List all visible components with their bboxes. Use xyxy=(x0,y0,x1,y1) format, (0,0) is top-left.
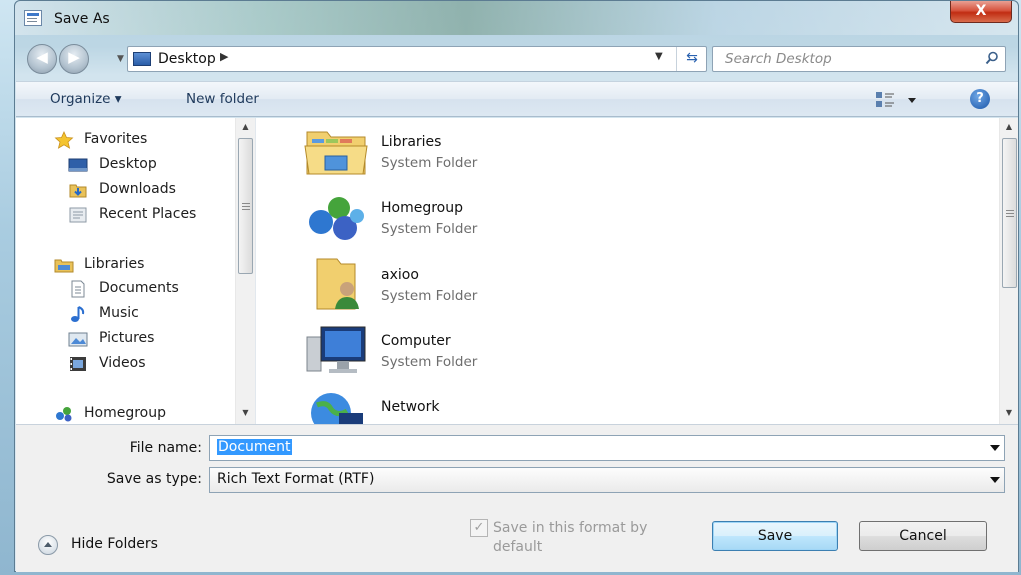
file-type: System Folder xyxy=(381,221,478,237)
scroll-down-icon[interactable]: ▼ xyxy=(1000,408,1018,417)
downloads-folder-icon xyxy=(69,184,87,198)
save-format-label: Save in this format by default xyxy=(493,520,648,555)
forward-arrow-icon: ▶ xyxy=(68,48,80,66)
file-name: Libraries xyxy=(381,134,442,150)
window-title: Save As xyxy=(54,11,110,27)
file-type: System Folder xyxy=(381,155,478,171)
pictures-icon xyxy=(68,332,88,347)
back-button[interactable]: ◀ xyxy=(27,44,57,74)
save-type-value: Rich Text Format (RTF) xyxy=(217,471,375,487)
star-icon xyxy=(54,131,74,149)
help-button[interactable]: ? xyxy=(970,89,990,109)
nav-label: Libraries xyxy=(84,256,145,272)
file-name: axioo xyxy=(381,267,419,283)
file-item-homegroup[interactable]: Homegroup System Folder xyxy=(287,184,687,242)
file-name-label: File name: xyxy=(129,440,202,456)
videos-icon xyxy=(70,357,86,371)
scroll-up-icon[interactable]: ▲ xyxy=(1000,122,1018,131)
file-list-scrollbar[interactable]: ▲ ▼ xyxy=(999,118,1018,424)
save-type-dropdown-icon[interactable] xyxy=(990,477,1000,483)
file-list: Libraries System Folder Homegroup System… xyxy=(257,118,1018,424)
title-bar[interactable]: Save As X xyxy=(15,1,1018,35)
nav-label: Documents xyxy=(99,280,179,296)
file-name-dropdown-icon[interactable] xyxy=(990,445,1000,451)
recent-pages-dropdown-icon[interactable]: ▼ xyxy=(117,54,124,64)
file-item-libraries[interactable]: Libraries System Folder xyxy=(287,118,687,176)
save-button[interactable]: Save xyxy=(712,521,838,551)
close-button[interactable]: X xyxy=(950,1,1012,23)
refresh-button[interactable]: ⇆ xyxy=(676,47,707,71)
grip-line xyxy=(1006,213,1014,214)
checkmark-icon: ✓ xyxy=(473,520,485,535)
computer-icon xyxy=(306,326,366,373)
address-bar[interactable]: Desktop ▶ ▼ ⇆ xyxy=(127,46,707,72)
file-name: Computer xyxy=(381,333,451,349)
libraries-icon xyxy=(54,259,74,273)
user-folder-icon xyxy=(316,258,359,310)
save-as-dialog: Save As X ◀ ▶ ▼ Desktop ▶ ▼ ⇆ Organize ▾… xyxy=(14,0,1019,572)
documents-icon xyxy=(71,280,85,298)
file-name-input[interactable]: Document xyxy=(217,439,292,455)
save-type-select[interactable]: Rich Text Format (RTF) xyxy=(209,467,1005,493)
file-item-axioo[interactable]: axioo System Folder xyxy=(287,251,687,310)
grip-line xyxy=(242,203,250,204)
navigation-scrollbar[interactable]: ▲ ▼ xyxy=(235,118,255,424)
network-icon xyxy=(311,393,363,424)
file-name-combobox[interactable]: Document xyxy=(209,435,1005,461)
main-pane: Favorites Desktop Downloads Recent Place… xyxy=(16,118,1018,424)
scrollbar-thumb[interactable] xyxy=(1002,138,1017,288)
scroll-down-icon[interactable]: ▼ xyxy=(236,408,255,417)
nav-label: Pictures xyxy=(99,330,155,346)
save-type-label: Save as type: xyxy=(106,471,202,487)
search-box[interactable] xyxy=(712,46,1006,72)
breadcrumb-desktop[interactable]: Desktop xyxy=(158,51,216,67)
command-bar: Organize ▾ New folder ? xyxy=(16,81,1018,117)
file-name: Network xyxy=(381,399,440,415)
address-dropdown-icon[interactable]: ▼ xyxy=(655,51,663,62)
nav-label: Videos xyxy=(99,355,146,371)
scroll-up-icon[interactable]: ▲ xyxy=(236,122,255,131)
file-item-computer[interactable]: Computer System Folder xyxy=(287,317,687,375)
music-note-icon xyxy=(71,306,85,322)
nav-label: Homegroup xyxy=(84,405,167,421)
nav-label: Favorites xyxy=(84,131,148,147)
search-icon[interactable] xyxy=(985,51,999,65)
grip-line xyxy=(1006,216,1014,217)
save-form: File name: Document Save as type: Rich T… xyxy=(16,424,1018,572)
file-type: System Folder xyxy=(381,288,478,304)
file-name: Homegroup xyxy=(381,200,464,216)
organize-button[interactable]: Organize ▾ xyxy=(50,91,122,107)
forward-button[interactable]: ▶ xyxy=(59,44,89,74)
back-arrow-icon: ◀ xyxy=(36,48,48,66)
nav-label: Music xyxy=(99,305,139,321)
address-row: ◀ ▶ ▼ Desktop ▶ ▼ ⇆ xyxy=(15,37,1018,77)
nav-label: Recent Places xyxy=(99,206,197,222)
change-view-icon[interactable] xyxy=(874,90,922,110)
file-item-network[interactable]: Network xyxy=(287,383,687,424)
homegroup-icon xyxy=(309,197,364,240)
desktop-icon xyxy=(68,158,88,172)
collapse-arrow-icon xyxy=(38,535,58,555)
hide-folders-label: Hide Folders xyxy=(71,536,158,552)
libraries-folder-icon xyxy=(304,131,368,175)
scrollbar-thumb[interactable] xyxy=(238,138,253,274)
grip-line xyxy=(242,209,250,210)
save-format-checkbox[interactable]: ✓ xyxy=(470,519,488,537)
search-input[interactable] xyxy=(713,47,973,71)
nav-label: Downloads xyxy=(99,181,176,197)
recent-places-icon xyxy=(69,207,87,223)
wordpad-icon xyxy=(24,10,42,26)
navigation-pane: Favorites Desktop Downloads Recent Place… xyxy=(16,118,256,424)
refresh-icon: ⇆ xyxy=(686,50,698,66)
file-type: System Folder xyxy=(381,354,478,370)
grip-line xyxy=(242,206,250,207)
homegroup-icon xyxy=(56,407,72,422)
grip-line xyxy=(1006,210,1014,211)
nav-label: Desktop xyxy=(99,156,157,172)
cancel-button[interactable]: Cancel xyxy=(859,521,987,551)
desktop-icon xyxy=(133,52,151,66)
new-folder-button[interactable]: New folder xyxy=(186,91,259,107)
breadcrumb-chevron-icon[interactable]: ▶ xyxy=(220,50,228,63)
